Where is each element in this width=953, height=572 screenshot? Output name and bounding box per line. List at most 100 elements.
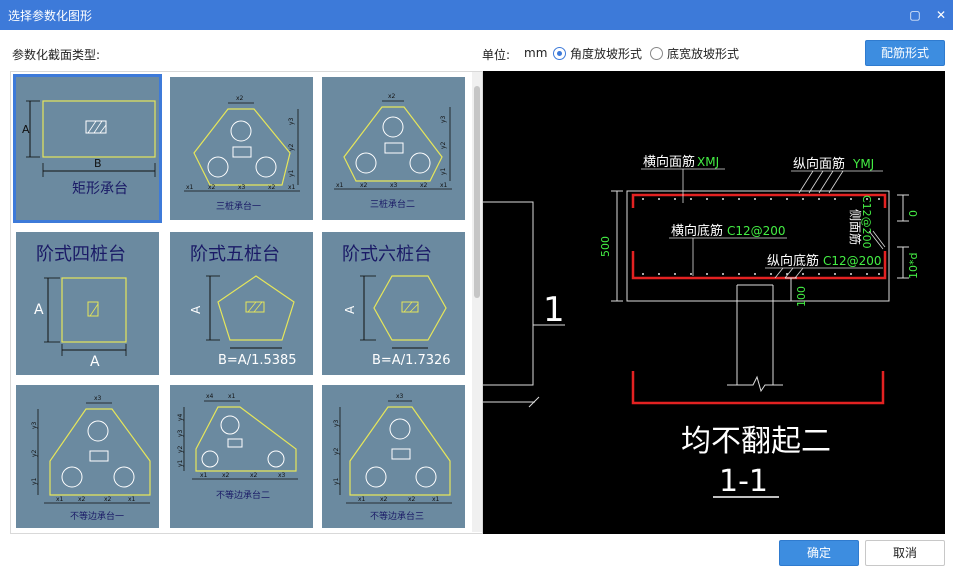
formula-label: B=A/1.5385 bbox=[218, 353, 297, 368]
dim-label: x3 bbox=[238, 184, 246, 191]
dim-label: y3 bbox=[333, 419, 340, 427]
dim-label: y1 bbox=[288, 169, 295, 177]
dim-label: x2 bbox=[236, 95, 244, 102]
tile-caption: 不等边承台一 bbox=[70, 510, 124, 522]
section-type-label: 参数化截面类型: bbox=[12, 48, 101, 62]
tile-stepped-four-pile[interactable]: 阶式四桩台 A A bbox=[16, 232, 159, 375]
dim-label: x1 bbox=[186, 184, 194, 191]
dim-label: y3 bbox=[31, 421, 38, 429]
dim-label: y1 bbox=[333, 477, 340, 485]
dim-a-label: A bbox=[343, 305, 357, 314]
dim-label: x1 bbox=[56, 496, 64, 503]
ok-button[interactable]: 确定 bbox=[779, 540, 859, 566]
tile-three-pile-cap-1[interactable]: x2 y3 y2 y1 x1 x2 x3 x2 x1 三桩承台一 bbox=[170, 77, 313, 220]
tile-caption: 矩形承台 bbox=[72, 181, 128, 197]
dim-b-label: B bbox=[94, 157, 102, 170]
dim-label: x1 bbox=[200, 472, 208, 479]
tile-caption: 阶式四桩台 bbox=[36, 244, 126, 265]
radio-width-slope[interactable]: 底宽放坡形式 bbox=[650, 45, 739, 62]
tile-caption: 不等边承台三 bbox=[370, 510, 424, 522]
cancel-button[interactable]: 取消 bbox=[865, 540, 945, 566]
section-caption: 均不翻起二 bbox=[681, 424, 831, 459]
dim-a-label: A bbox=[34, 302, 44, 318]
tile-unequal-cap-2[interactable]: x4 x1 y4 y3 y2 y1 x1 x2 x2 x3 不等边承台二 bbox=[170, 385, 313, 528]
dim-label: x1 bbox=[288, 184, 296, 191]
dim-embed-label: 100 bbox=[795, 286, 808, 307]
unequal-cap-2-drawing: x4 x1 y4 y3 y2 y1 x1 x2 x2 x3 不等边承台二 bbox=[177, 393, 298, 501]
dim-b-label: A bbox=[90, 354, 100, 370]
tile-stepped-six-pile[interactable]: 阶式六桩台 A B=A/1.7326 bbox=[322, 232, 465, 375]
top-transverse-code: XMJ bbox=[697, 155, 719, 169]
formula-label: B=A/1.7326 bbox=[372, 353, 451, 368]
unequal-cap-3-drawing: x3 y3 y2 y1 x1 x2 x2 x1 不等边承台三 bbox=[333, 393, 452, 522]
dim-label: y4 bbox=[177, 413, 184, 421]
close-icon[interactable]: ✕ bbox=[932, 6, 950, 24]
unit-label: 单位: bbox=[482, 48, 511, 62]
dim-label: x2 bbox=[360, 182, 368, 189]
tile-unequal-cap-3[interactable]: x3 y3 y2 y1 x1 x2 x2 x1 不等边承台三 bbox=[322, 385, 465, 528]
dim-label: x1 bbox=[440, 182, 448, 189]
dim-label: x2 bbox=[104, 496, 112, 503]
dim-label: x2 bbox=[388, 93, 396, 100]
dim-label: x1 bbox=[358, 496, 366, 503]
dim-label: x1 bbox=[228, 393, 236, 400]
bottom-transverse-code: C12@200 bbox=[727, 224, 786, 238]
radio-angle-slope[interactable]: 角度放坡形式 bbox=[553, 45, 642, 62]
dim-label: x3 bbox=[94, 395, 102, 402]
dim-height-label: 500 bbox=[599, 236, 612, 257]
dim-label: x1 bbox=[432, 496, 440, 503]
title-bar: 选择参数化图形 ▢ ✕ bbox=[0, 0, 953, 30]
tile-three-pile-cap-2[interactable]: x2 y3 y2 y1 x1 x2 x3 x2 x1 三桩承台二 bbox=[322, 77, 465, 220]
dim-label: x4 bbox=[206, 393, 214, 400]
dim-label: x2 bbox=[222, 472, 230, 479]
tile-rect-cap[interactable]: A B 矩形承台 bbox=[13, 74, 162, 223]
top-longitudinal-code: YMJ bbox=[852, 157, 874, 171]
dim-label: y1 bbox=[31, 477, 38, 485]
dim-label: y2 bbox=[440, 141, 447, 149]
dim-cover-bottom-label: 10*d bbox=[907, 253, 920, 279]
window-title: 选择参数化图形 bbox=[8, 9, 93, 23]
dim-label: x3 bbox=[396, 393, 404, 400]
dim-label: x2 bbox=[78, 496, 86, 503]
dim-label: x1 bbox=[128, 496, 136, 503]
stepped-five-pile-drawing: 阶式五桩台 A B=A/1.5385 bbox=[189, 244, 297, 368]
preview-cad-drawing: 1 500 0 10*d 横向面筋 XMJ 纵向面筋 YMJ 横向底筋 C12@… bbox=[483, 154, 920, 499]
tile-caption: 不等边承台二 bbox=[216, 489, 270, 501]
tile-unequal-cap-1[interactable]: x3 y3 y2 y1 x1 x2 x2 x1 不等边承台一 bbox=[16, 385, 159, 528]
dim-a-label: A bbox=[22, 123, 30, 136]
preview-panel: 1 500 0 10*d 横向面筋 XMJ 纵向面筋 YMJ 横向底筋 C12@… bbox=[483, 71, 945, 534]
dim-label: y1 bbox=[177, 459, 184, 467]
rebar-form-button[interactable]: 配筋形式 bbox=[865, 40, 945, 66]
tile-caption: 阶式六桩台 bbox=[342, 244, 432, 265]
dim-label: x2 bbox=[250, 472, 258, 479]
dim-label: y3 bbox=[177, 429, 184, 437]
dim-cover-top-label: 0 bbox=[907, 210, 920, 217]
grid-scrollbar-thumb[interactable] bbox=[474, 86, 480, 298]
side-rebar-code: C12@200 bbox=[860, 195, 873, 249]
dim-label: y2 bbox=[177, 445, 184, 453]
bottom-transverse-label: 横向底筋 bbox=[671, 223, 723, 239]
section-title: 1-1 bbox=[719, 464, 768, 499]
tile-stepped-five-pile[interactable]: 阶式五桩台 A B=A/1.5385 bbox=[170, 232, 313, 375]
rect-cap-drawing: A B 矩形承台 bbox=[22, 100, 156, 197]
top-transverse-label: 横向面筋 bbox=[643, 154, 695, 170]
top-longitudinal-label: 纵向面筋 bbox=[793, 156, 845, 172]
dim-label: y2 bbox=[31, 449, 38, 457]
tile-caption: 三桩承台一 bbox=[216, 200, 261, 212]
dim-label: y2 bbox=[288, 143, 295, 151]
dim-a-label: A bbox=[189, 305, 203, 314]
radio-width-label: 底宽放坡形式 bbox=[667, 47, 740, 61]
dim-label: x2 bbox=[380, 496, 388, 503]
dim-label: x3 bbox=[278, 472, 286, 479]
dim-label: y1 bbox=[440, 167, 447, 175]
three-pile-cap-1-drawing: x2 y3 y2 y1 x1 x2 x3 x2 x1 三桩承台一 bbox=[184, 95, 300, 212]
tile-caption: 阶式五桩台 bbox=[190, 244, 280, 265]
bottom-longitudinal-label: 纵向底筋 bbox=[767, 253, 819, 269]
radio-angle-label: 角度放坡形式 bbox=[570, 47, 643, 61]
bottom-longitudinal-code: C12@200 bbox=[823, 254, 882, 268]
stepped-six-pile-drawing: 阶式六桩台 A B=A/1.7326 bbox=[342, 244, 451, 368]
dim-label: y2 bbox=[333, 447, 340, 455]
restore-icon[interactable]: ▢ bbox=[906, 6, 924, 24]
dim-label: y3 bbox=[288, 117, 295, 125]
dim-label: y3 bbox=[440, 115, 447, 123]
